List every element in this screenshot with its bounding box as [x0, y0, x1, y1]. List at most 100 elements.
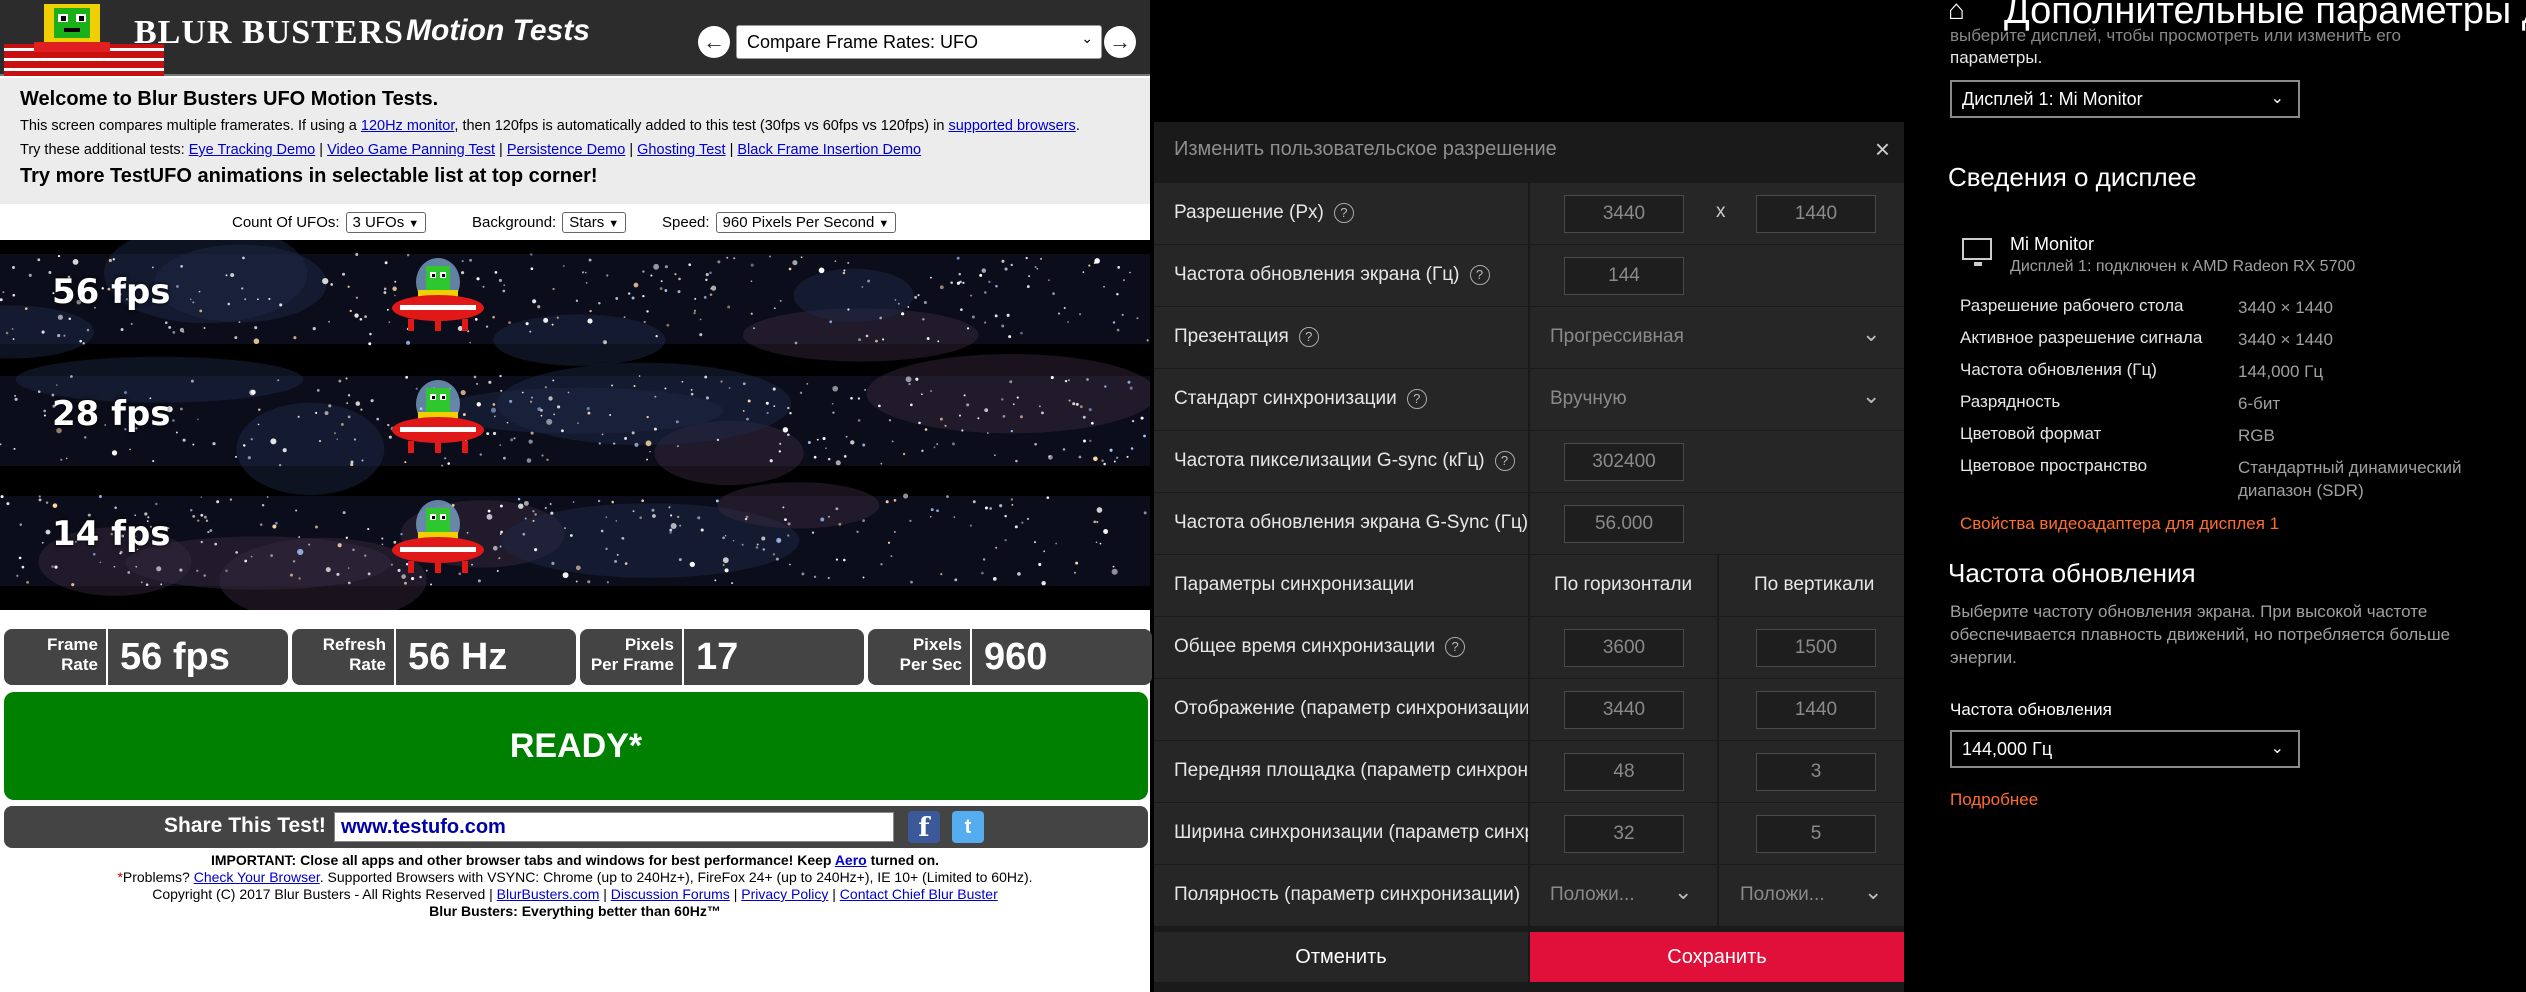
help-icon[interactable]: ?	[1333, 203, 1354, 223]
link-blurbusters[interactable]: BlurBusters.com	[497, 886, 600, 902]
ufo-icon	[392, 380, 484, 453]
cancel-button[interactable]: Отменить	[1154, 932, 1528, 982]
front-h-field[interactable]: 48	[1564, 753, 1684, 791]
total-h-field[interactable]: 3600	[1564, 629, 1684, 667]
stat-label: Refresh Rate	[292, 635, 392, 675]
arrow-right-icon: →	[1109, 29, 1131, 54]
row-label: Отображение (параметр синхронизации)	[1174, 698, 1529, 719]
kv-value: RGB	[2238, 426, 2275, 445]
kv-value: 6-бит	[2238, 394, 2281, 413]
stat-label: Pixels Per Frame	[580, 635, 680, 675]
link-contact[interactable]: Contact Chief Blur Buster	[840, 886, 998, 902]
link-panning[interactable]: Video Game Panning Test	[327, 142, 495, 158]
chevron-down-icon[interactable]: ⌄	[1862, 383, 1880, 409]
row-gsync-refresh: Частота обновления экрана G-Sync (Гц) 56…	[1154, 492, 1904, 555]
ufo-icon	[392, 258, 484, 331]
dialog-title: Изменить пользовательское разрешение	[1174, 138, 1557, 160]
link-persistence[interactable]: Persistence Demo	[507, 142, 625, 158]
divider	[1528, 431, 1530, 493]
row-resolution: Разрешение (Px)? 3440 x 1440	[1154, 182, 1904, 245]
polarity-v-select[interactable]: Положи...	[1740, 884, 1825, 906]
welcome-title: Welcome to Blur Busters UFO Motion Tests…	[20, 88, 439, 110]
count-select[interactable]: 3 UFOs ▼	[345, 212, 427, 233]
chevron-down-icon: ⌄	[2270, 90, 2284, 107]
link-eye-tracking[interactable]: Eye Tracking Demo	[189, 142, 316, 158]
kv-key: Разрешение рабочего стола	[1960, 296, 2184, 315]
pixel-clock-field[interactable]: 302400	[1564, 443, 1684, 481]
kv-key: Активное разрешение сигнала	[1960, 328, 2203, 347]
link-aero[interactable]: Aero	[835, 852, 867, 868]
refresh-field[interactable]: 144	[1564, 257, 1684, 295]
speed-select[interactable]: 960 Pixels Per Second ▼	[715, 212, 897, 233]
chevron-down-icon[interactable]: ⌄	[1674, 879, 1692, 905]
learn-more-link[interactable]: Подробнее	[1950, 790, 2038, 810]
test-select[interactable]: Compare Frame Rates: UFO ⌄	[736, 25, 1102, 59]
link-ghosting[interactable]: Ghosting Test	[637, 142, 725, 158]
testufo-footer: IMPORTANT: Close all apps and other brow…	[0, 852, 1150, 920]
row-front-porch: Передняя площадка (параметр синхронизаци…	[1154, 740, 1904, 803]
resolution-height-field[interactable]: 1440	[1756, 195, 1876, 233]
stat-pixels-per-sec: Pixels Per Sec 960	[868, 629, 1152, 685]
link-check-browser[interactable]: Check Your Browser	[194, 869, 320, 885]
display-v-field[interactable]: 1440	[1756, 691, 1876, 729]
refresh-heading: Частота обновления	[1948, 558, 2196, 588]
help-icon[interactable]: ?	[1406, 389, 1427, 409]
speed-control: Speed: 960 Pixels Per Second ▼	[662, 212, 897, 233]
share-url-field[interactable]: www.testufo.com	[334, 812, 894, 842]
polarity-h-select[interactable]: Положи...	[1550, 884, 1635, 906]
display-h-field[interactable]: 3440	[1564, 691, 1684, 729]
kv-value: 144,000 Гц	[2238, 362, 2324, 381]
link-privacy[interactable]: Privacy Policy	[741, 886, 828, 902]
chevron-down-icon: ▼	[408, 218, 420, 230]
link-bfi[interactable]: Black Frame Insertion Demo	[737, 142, 921, 158]
facebook-icon[interactable]: f	[908, 811, 940, 843]
help-icon[interactable]: ?	[1494, 451, 1515, 471]
col-horizontal: По горизонтали	[1554, 574, 1693, 595]
background-value: Stars	[569, 214, 605, 231]
background-select[interactable]: Stars ▼	[562, 212, 627, 233]
gsync-refresh-field[interactable]: 56.000	[1564, 505, 1684, 543]
help-icon[interactable]: ?	[1445, 637, 1466, 657]
help-icon[interactable]: ?	[1298, 327, 1319, 347]
info-heading: Сведения о дисплее	[1948, 162, 2197, 192]
custom-resolution-dialog: Изменить пользовательское разрешение × Р…	[1154, 122, 1904, 992]
chevron-down-icon[interactable]: ⌄	[1862, 321, 1880, 347]
ufo-lane-1: 56 fps	[0, 240, 1150, 350]
stat-refresh-rate: Refresh Rate 56 Hz	[292, 629, 576, 685]
total-v-field[interactable]: 1500	[1756, 629, 1876, 667]
next-test-button[interactable]: →	[1104, 26, 1136, 58]
sync-standard-select[interactable]: Вручную	[1550, 388, 1627, 410]
refresh-rate-select[interactable]: 144,000 Гц ⌄	[1950, 730, 2300, 768]
link-forums[interactable]: Discussion Forums	[611, 886, 730, 902]
close-icon[interactable]: ×	[1875, 134, 1890, 165]
welcome-box: Welcome to Blur Busters UFO Motion Tests…	[0, 78, 1150, 204]
divider	[1528, 493, 1530, 555]
divider	[1528, 741, 1530, 803]
stat-frame-rate: Frame Rate 56 fps	[4, 629, 288, 685]
divider	[1528, 679, 1530, 741]
divider	[1717, 679, 1719, 741]
presentation-select[interactable]: Прогрессивная	[1550, 326, 1684, 348]
help-icon[interactable]: ?	[1469, 265, 1490, 285]
width-h-field[interactable]: 32	[1564, 815, 1684, 853]
home-icon[interactable]: ⌂	[1948, 0, 1965, 26]
front-v-field[interactable]: 3	[1756, 753, 1876, 791]
resolution-width-field[interactable]: 3440	[1564, 195, 1684, 233]
row-label: Частота пикселизации G-sync (кГц)?	[1174, 450, 1515, 472]
intro-text-cut: выберите дисплей, чтобы просмотреть или …	[1950, 26, 2401, 45]
divider	[1528, 183, 1530, 245]
twitter-icon[interactable]: t	[952, 811, 984, 843]
row-label: Ширина синхронизации (параметр синхрониз…	[1174, 822, 1529, 843]
row-polarity: Полярность (параметр синхронизации) Поло…	[1154, 864, 1904, 927]
adapter-properties-link[interactable]: Свойства видеоадаптера для дисплея 1	[1960, 514, 2279, 534]
test-controls: Count Of UFOs: 3 UFOs ▼ Background: Stars…	[0, 204, 1150, 240]
chevron-down-icon[interactable]: ⌄	[1864, 879, 1882, 905]
prev-test-button[interactable]: ←	[698, 26, 730, 58]
link-supported-browsers[interactable]: supported browsers	[948, 118, 1075, 134]
display-select[interactable]: Дисплей 1: Mi Monitor ⌄	[1950, 80, 2300, 118]
divider	[1717, 555, 1719, 617]
width-v-field[interactable]: 5	[1756, 815, 1876, 853]
link-120hz[interactable]: 120Hz monitor	[361, 118, 455, 134]
save-button[interactable]: Сохранить	[1530, 932, 1904, 982]
welcome-text: This screen compares multiple framerates…	[20, 118, 361, 134]
